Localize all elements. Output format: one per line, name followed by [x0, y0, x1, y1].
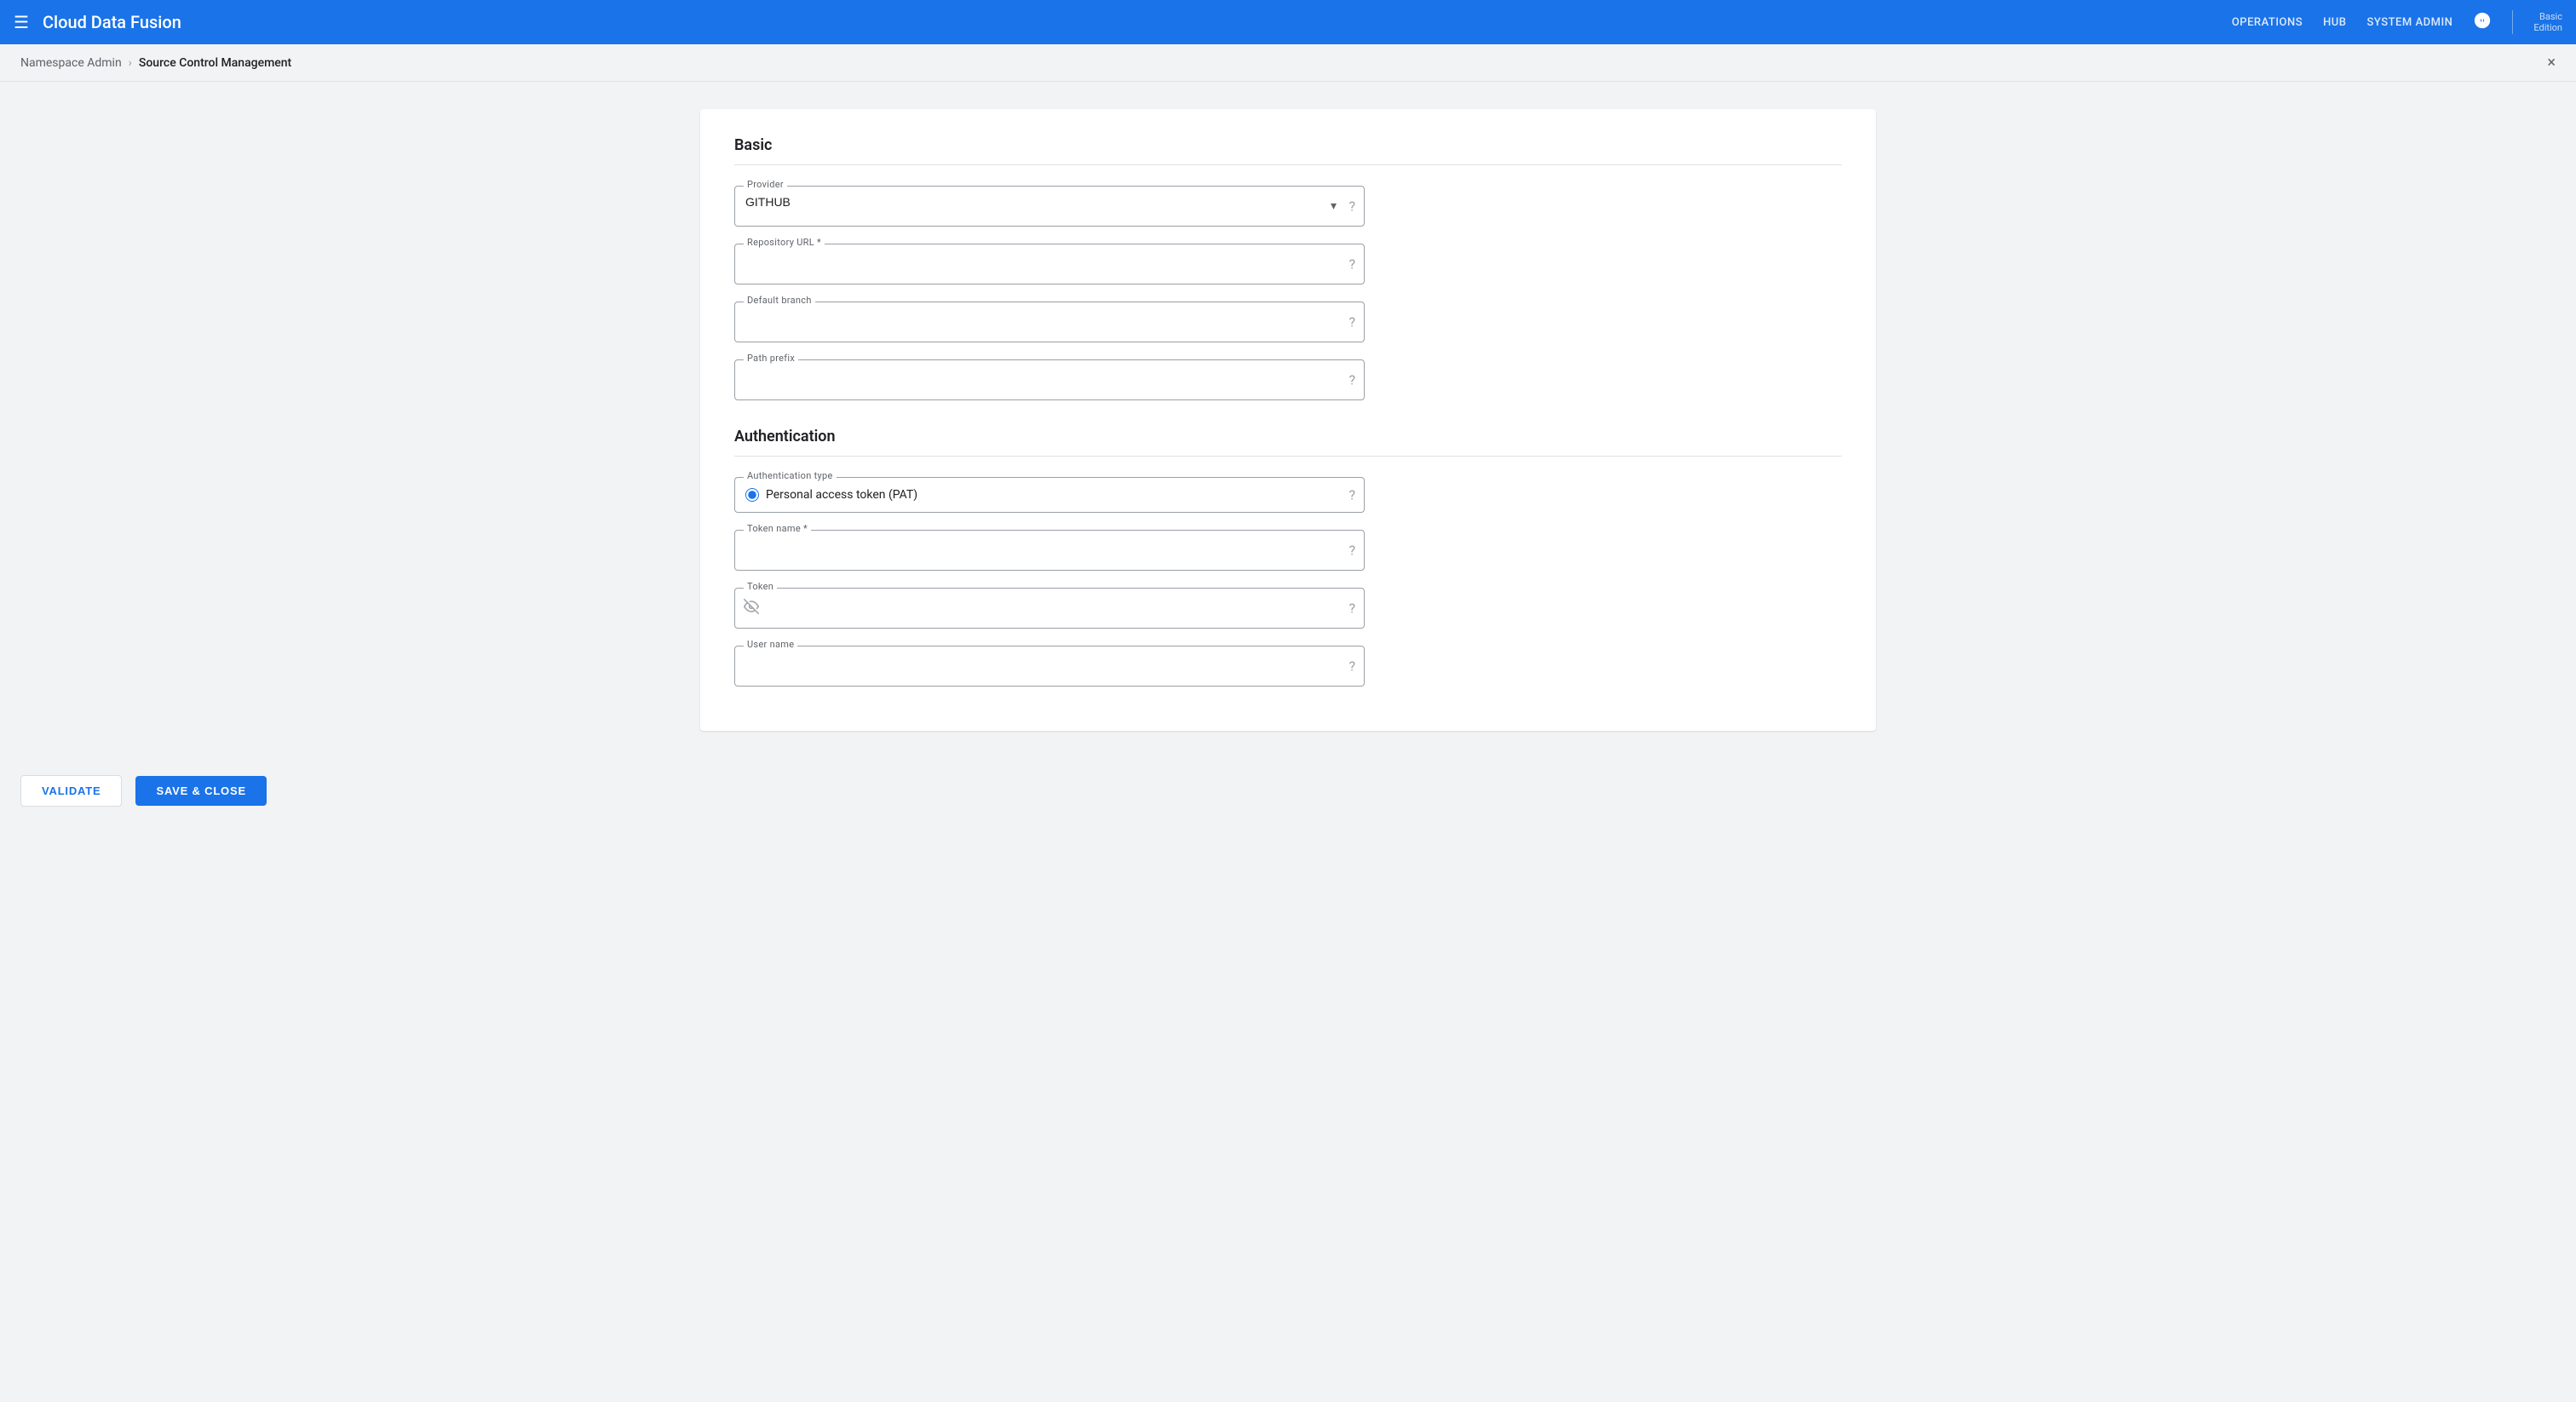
edition-label: Basic Edition	[2533, 11, 2562, 33]
repo-url-row: Repository URL * ?	[734, 244, 1842, 284]
path-prefix-input[interactable]	[745, 369, 1330, 382]
token-name-label: Token name *	[744, 523, 811, 534]
user-name-field: User name ?	[734, 646, 1365, 687]
hub-link[interactable]: HUB	[2323, 16, 2346, 29]
topnav-right: OPERATIONS HUB SYSTEM ADMIN Basic Editio…	[2232, 10, 2562, 34]
eye-slash-icon[interactable]	[744, 599, 759, 618]
breadcrumb-parent[interactable]: Namespace Admin	[20, 56, 122, 70]
basic-divider	[734, 164, 1842, 165]
token-label: Token	[744, 581, 777, 592]
path-prefix-help-icon[interactable]: ?	[1348, 372, 1355, 388]
token-field: Token ?	[734, 588, 1365, 629]
token-name-row: Token name * ?	[734, 530, 1842, 571]
default-branch-field: Default branch ?	[734, 302, 1365, 342]
user-name-help-icon[interactable]: ?	[1348, 658, 1355, 675]
save-close-button[interactable]: SAVE & CLOSE	[135, 776, 266, 806]
token-input[interactable]	[766, 597, 1330, 611]
bottom-actions: VALIDATE SAVE & CLOSE	[0, 758, 2576, 824]
app-title: Cloud Data Fusion	[43, 12, 2232, 32]
default-branch-input[interactable]	[745, 311, 1330, 325]
menu-icon[interactable]: ☰	[14, 12, 29, 32]
auth-type-field: Authentication type Personal access toke…	[734, 477, 1365, 513]
token-name-field: Token name * ?	[734, 530, 1365, 571]
path-prefix-row: Path prefix ?	[734, 359, 1842, 400]
breadcrumb-separator: ›	[129, 56, 132, 70]
auth-type-help-icon[interactable]: ?	[1348, 487, 1355, 503]
path-prefix-field: Path prefix ?	[734, 359, 1365, 400]
close-icon[interactable]: ×	[2547, 54, 2556, 72]
user-name-row: User name ?	[734, 646, 1842, 687]
nav-divider	[2512, 10, 2513, 34]
breadcrumb-current: Source Control Management	[139, 56, 291, 70]
form-card: Basic Provider GITHUB GITLAB BITBUCKET ▾…	[700, 109, 1876, 731]
token-name-input[interactable]	[745, 539, 1330, 553]
auth-divider	[734, 456, 1842, 457]
system-admin-link[interactable]: SYSTEM ADMIN	[2367, 16, 2453, 29]
token-row: Token ?	[734, 588, 1842, 629]
provider-help-icon[interactable]: ?	[1348, 198, 1355, 215]
breadcrumb-bar: Namespace Admin › Source Control Managem…	[0, 44, 2576, 82]
default-branch-row: Default branch ?	[734, 302, 1842, 342]
auth-type-row: Authentication type Personal access toke…	[734, 477, 1842, 513]
breadcrumb: Namespace Admin › Source Control Managem…	[20, 56, 291, 70]
auth-section-title: Authentication	[734, 428, 1842, 445]
pat-label[interactable]: Personal access token (PAT)	[766, 488, 917, 502]
provider-label: Provider	[744, 179, 787, 190]
user-name-input[interactable]	[745, 655, 1330, 669]
token-name-help-icon[interactable]: ?	[1348, 543, 1355, 559]
pat-radio[interactable]	[745, 488, 759, 502]
repo-url-label: Repository URL *	[744, 237, 825, 248]
provider-select[interactable]: GITHUB GITLAB BITBUCKET	[745, 195, 1330, 209]
provider-row: Provider GITHUB GITLAB BITBUCKET ▾ ?	[734, 186, 1842, 227]
repo-url-help-icon[interactable]: ?	[1348, 256, 1355, 273]
repo-url-field: Repository URL * ?	[734, 244, 1365, 284]
settings-icon[interactable]	[2473, 11, 2492, 34]
main-content: Basic Provider GITHUB GITLAB BITBUCKET ▾…	[0, 82, 2576, 758]
basic-section-title: Basic	[734, 136, 1842, 154]
default-branch-label: Default branch	[744, 295, 815, 306]
validate-button[interactable]: VALIDATE	[20, 775, 122, 807]
default-branch-help-icon[interactable]: ?	[1348, 314, 1355, 330]
dropdown-icon: ▾	[1331, 199, 1337, 213]
user-name-label: User name	[744, 639, 797, 650]
auth-type-label: Authentication type	[744, 470, 837, 481]
authentication-section: Authentication Authentication type Perso…	[734, 428, 1842, 687]
top-navigation: ☰ Cloud Data Fusion OPERATIONS HUB SYSTE…	[0, 0, 2576, 44]
operations-link[interactable]: OPERATIONS	[2232, 16, 2303, 29]
token-help-icon[interactable]: ?	[1348, 600, 1355, 617]
path-prefix-label: Path prefix	[744, 353, 798, 364]
auth-type-radio-row: Personal access token (PAT)	[745, 488, 1330, 502]
repo-url-input[interactable]	[745, 253, 1330, 267]
provider-field: Provider GITHUB GITLAB BITBUCKET ▾ ?	[734, 186, 1365, 227]
